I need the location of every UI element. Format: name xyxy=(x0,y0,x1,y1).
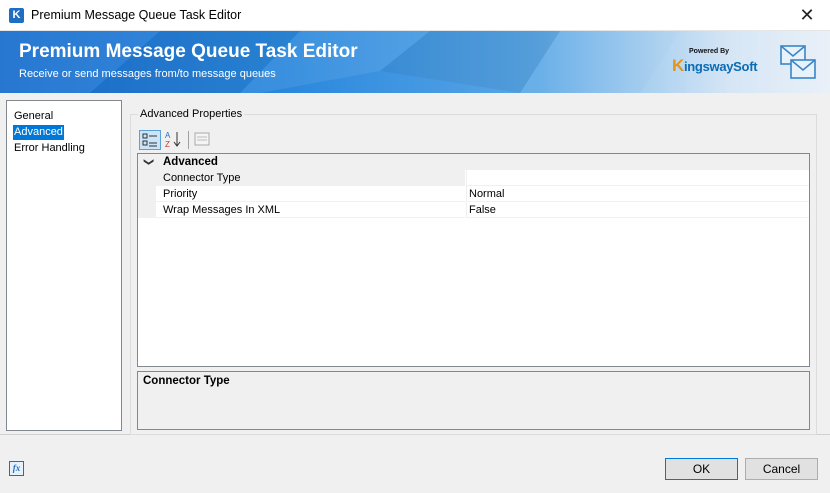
property-pages-icon xyxy=(194,132,210,146)
close-button[interactable]: ✕ xyxy=(784,0,830,31)
brand-name: KingswaySoft xyxy=(672,56,758,76)
category-label: Advanced xyxy=(163,156,218,168)
brand-rest: ingswaySoft xyxy=(683,59,758,74)
title-bar: K Premium Message Queue Task Editor ✕ xyxy=(0,0,830,31)
svg-text:A: A xyxy=(165,131,171,140)
brand-k: K xyxy=(672,56,684,75)
property-row-connector-type[interactable]: Connector Type xyxy=(138,170,809,186)
property-pages-button[interactable] xyxy=(191,130,213,150)
property-row-priority[interactable]: Priority Normal xyxy=(138,186,809,202)
description-panel: Connector Type xyxy=(137,371,810,430)
property-name: Wrap Messages In XML xyxy=(163,204,281,216)
chevron-down-icon[interactable]: ❯ xyxy=(140,158,156,166)
nav-item-advanced[interactable]: Advanced xyxy=(13,125,64,140)
alphabetical-icon: A Z xyxy=(165,131,181,149)
expression-fx-icon[interactable]: fx xyxy=(9,461,24,476)
group-label: Advanced Properties xyxy=(138,108,245,120)
envelopes-icon xyxy=(780,45,816,79)
row-gutter xyxy=(138,202,156,218)
row-gutter xyxy=(138,170,156,186)
description-title: Connector Type xyxy=(143,375,230,387)
categorized-icon xyxy=(142,133,157,147)
nav-list: General Advanced Error Handling xyxy=(6,100,122,431)
row-gutter xyxy=(138,186,156,202)
property-value[interactable] xyxy=(466,170,809,186)
svg-text:Z: Z xyxy=(165,140,170,148)
banner-subtitle: Receive or send messages from/to message… xyxy=(19,68,276,80)
cancel-button[interactable]: Cancel xyxy=(745,458,818,480)
nav-item-general[interactable]: General xyxy=(13,109,54,124)
property-value[interactable]: Normal xyxy=(466,186,809,202)
property-grid: ❯ Advanced Connector Type Priority Norma… xyxy=(137,153,810,367)
category-row-advanced[interactable]: ❯ Advanced xyxy=(138,154,809,170)
kingswaysoft-logo: Powered By KingswaySoft xyxy=(672,48,764,78)
property-name: Priority xyxy=(163,188,198,200)
content-area: General Advanced Error Handling Advanced… xyxy=(0,93,830,435)
categorized-button[interactable] xyxy=(139,130,161,150)
banner-title: Premium Message Queue Task Editor xyxy=(19,41,358,62)
brand-powered-by: Powered By xyxy=(689,48,730,55)
alphabetical-button[interactable]: A Z xyxy=(162,130,184,150)
nav-item-error-handling[interactable]: Error Handling xyxy=(13,141,86,156)
window-title: Premium Message Queue Task Editor xyxy=(31,8,242,22)
header-banner: Premium Message Queue Task Editor Receiv… xyxy=(0,31,830,93)
toolbar-separator xyxy=(188,131,189,149)
property-value[interactable]: False xyxy=(466,202,809,218)
footer: fx OK Cancel xyxy=(0,436,830,493)
ok-button[interactable]: OK xyxy=(665,458,738,480)
property-name: Connector Type xyxy=(163,172,241,184)
property-row-wrap-messages[interactable]: Wrap Messages In XML False xyxy=(138,202,809,218)
app-icon: K xyxy=(9,8,24,23)
